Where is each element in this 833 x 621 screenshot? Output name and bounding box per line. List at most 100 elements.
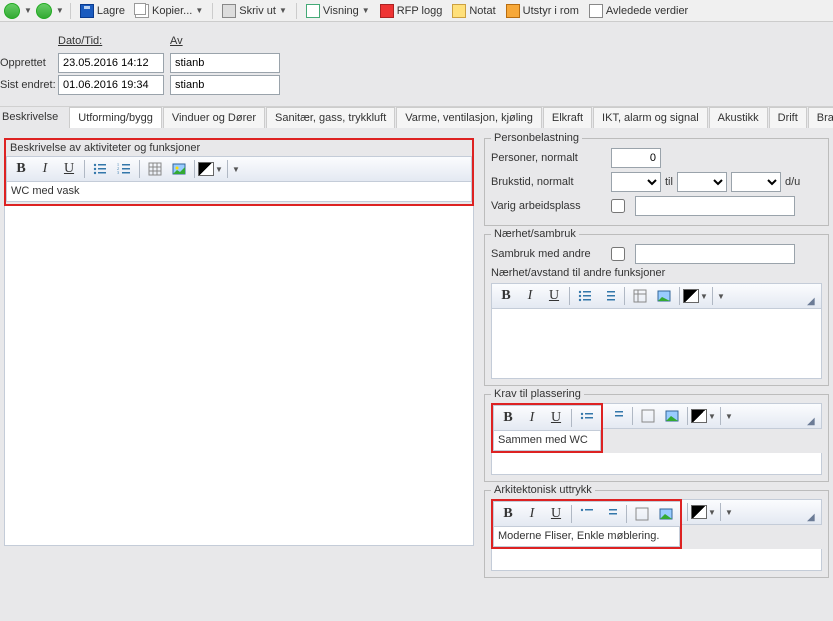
sambruk-text[interactable] [635,244,795,264]
dropdown-icon[interactable]: ▼ [56,6,64,15]
sambruk-checkbox[interactable] [611,247,625,261]
number-list-button[interactable] [605,405,629,427]
bold-button[interactable]: B [9,158,33,180]
krav-group: Krav til plassering B I U Sammen med WC [484,394,829,482]
color-button[interactable] [691,409,707,423]
underline-button[interactable]: U [544,407,568,429]
bullet-list-button[interactable] [88,158,112,180]
rfp-button[interactable]: RFP logg [377,4,446,18]
tab-elkraft[interactable]: Elkraft [543,107,592,128]
anchor-icon[interactable]: ◢ [807,416,819,426]
tab-vinduer[interactable]: Vinduer og Dører [163,107,265,128]
italic-button[interactable]: I [520,407,544,429]
varig-text[interactable] [635,196,795,216]
table-button[interactable] [628,285,652,307]
brukstid-du-select[interactable] [731,172,781,192]
bold-button[interactable]: B [496,407,520,429]
tab-ikt[interactable]: IKT, alarm og signal [593,107,708,128]
beskrivelse-editor[interactable]: WC med vask [6,182,472,202]
tab-brann[interactable]: Brann [808,107,833,128]
brukstid-fra-select[interactable] [611,172,661,192]
opprettet-av-input[interactable] [170,53,280,73]
opprettet-dato-input[interactable] [58,53,164,73]
varig-checkbox[interactable] [611,199,625,213]
number-list-button[interactable] [599,503,623,525]
bold-button[interactable]: B [494,285,518,307]
color-dd[interactable]: ▼ [214,165,224,174]
view-button[interactable]: Visning▼ [303,4,373,18]
tab-utforming[interactable]: Utforming/bygg [69,107,162,128]
bullet-list-button[interactable] [573,285,597,307]
notat-button[interactable]: Notat [449,4,498,18]
copy-icon [135,4,149,18]
number-list-button[interactable]: 123 [112,158,136,180]
underline-button[interactable]: U [57,158,81,180]
krav-editor[interactable]: Sammen med WC [493,431,601,451]
endret-dato-input[interactable] [58,75,164,95]
rt-toolbar-naerhet: B I U ▼ ▼ ◢ [491,283,822,309]
italic-button[interactable]: I [520,503,544,525]
image-button[interactable] [654,503,678,525]
endret-av-input[interactable] [170,75,280,95]
brukstid-til-select[interactable] [677,172,727,192]
til-label: til [665,176,673,188]
rt-toolbar-left: B I U 123 ▼ ▼ [6,156,472,182]
note-icon [452,4,466,18]
print-icon [222,4,236,18]
svg-text:3: 3 [117,170,119,175]
image-button[interactable] [167,158,191,180]
grid-icon [306,4,320,18]
avstand-label: Nærhet/avstand til andre funksjoner [491,267,822,279]
nav-fwd-icon[interactable] [36,3,52,19]
tab-sanitaer[interactable]: Sanitær, gass, trykkluft [266,107,395,128]
color-button[interactable] [198,162,214,176]
main-toolbar: ▼ ▼ Lagre Kopier...▼ Skriv ut▼ Visning▼ … [0,0,833,22]
rt-toolbar-arkit-a: B I U [493,501,680,527]
italic-button[interactable]: I [33,158,57,180]
save-button[interactable]: Lagre [77,4,128,18]
table-button[interactable] [636,405,660,427]
sambruk-label: Sambruk med andre [491,248,611,260]
tab-drift[interactable]: Drift [769,107,807,128]
naerhet-editor[interactable] [491,309,822,379]
bullet-list-button[interactable] [575,407,599,429]
table-button[interactable] [143,158,167,180]
copy-button[interactable]: Kopier...▼ [132,4,206,18]
utstyr-button[interactable]: Utstyr i rom [503,4,582,18]
more-dd[interactable]: ▼ [231,165,241,174]
image-button[interactable] [652,285,676,307]
number-list-button[interactable] [597,285,621,307]
anchor-icon[interactable]: ◢ [807,296,819,306]
color-button[interactable] [691,505,707,519]
color-button[interactable] [683,289,699,303]
personer-input[interactable] [611,148,661,168]
book-icon [380,4,394,18]
naerhet-group: Nærhet/sambruk Sambruk med andre Nærhet/… [484,234,829,386]
anchor-icon[interactable]: ◢ [807,512,819,522]
arkit-group: Arkitektonisk uttrykk B I U Moderne Fl [484,490,829,578]
beskrivelse-editor-body[interactable] [4,206,474,546]
image-button[interactable] [660,405,684,427]
dropdown-icon[interactable]: ▼ [24,6,32,15]
print-button[interactable]: Skriv ut▼ [219,4,290,18]
italic-button[interactable]: I [518,285,542,307]
underline-button[interactable]: U [544,503,568,525]
bold-button[interactable]: B [496,503,520,525]
arkit-editor-body[interactable] [491,549,822,571]
tab-akustikk[interactable]: Akustikk [709,107,768,128]
avledede-button[interactable]: Avledede verdier [586,4,691,18]
personbelastning-legend: Personbelastning [491,132,582,144]
table-button[interactable] [630,503,654,525]
krav-editor-body[interactable] [491,453,822,475]
varig-label: Varig arbeidsplass [491,200,611,212]
nav-back-icon[interactable] [4,3,20,19]
tab-bar: Beskrivelse Utforming/bygg Vinduer og Dø… [0,106,833,128]
av-header: Av [170,35,290,47]
tab-varme[interactable]: Varme, ventilasjon, kjøling [396,107,542,128]
underline-button[interactable]: U [542,285,566,307]
personbelastning-group: Personbelastning Personer, normalt Bruks… [484,138,829,226]
arkit-editor[interactable]: Moderne Fliser, Enkle møblering. [493,527,680,547]
naerhet-legend: Nærhet/sambruk [491,228,579,240]
opprettet-label: Opprettet [0,57,58,69]
bullet-list-button[interactable] [575,503,599,525]
